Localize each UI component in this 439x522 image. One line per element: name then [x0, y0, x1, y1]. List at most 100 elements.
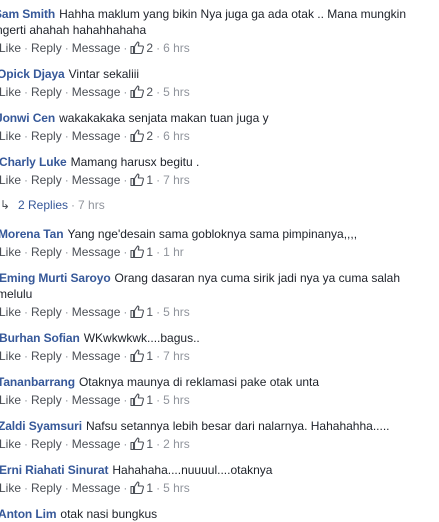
reply-link[interactable]: Reply — [31, 437, 62, 451]
comment-author[interactable]: Anton Lim — [0, 507, 57, 521]
separator: · — [64, 481, 69, 495]
comment-text: Hahahaha....nuuuul....otaknya — [112, 463, 273, 477]
comment-text: Nafsu setannya lebih besar dari nalarnya… — [85, 419, 390, 433]
separator: · — [156, 481, 161, 495]
comment-author[interactable]: Morena Tan — [0, 227, 64, 241]
separator: · — [24, 85, 29, 99]
timestamp[interactable]: 5 hrs — [163, 481, 190, 495]
comment-author[interactable]: Opick Djaya — [0, 67, 65, 81]
reply-link[interactable]: Reply — [31, 245, 62, 259]
comment-author[interactable]: Burhan Sofian — [0, 331, 80, 345]
comment-actions: Like · Reply · Message · 1 · 5 hrs — [0, 480, 190, 496]
separator: · — [156, 305, 161, 319]
like-link[interactable]: Like — [0, 245, 21, 259]
timestamp[interactable]: 2 hrs — [163, 437, 190, 451]
like-count[interactable]: 1 — [130, 305, 153, 319]
like-link[interactable]: Like — [0, 481, 21, 495]
separator: · — [156, 245, 161, 259]
reply-link[interactable]: Reply — [31, 85, 62, 99]
message-link[interactable]: Message — [72, 349, 121, 363]
timestamp[interactable]: 1 hr — [163, 245, 184, 259]
message-link[interactable]: Message — [72, 481, 121, 495]
reply-link[interactable]: Reply — [31, 173, 62, 187]
comment-author[interactable]: Zaldi Syamsuri — [0, 419, 82, 433]
thumbs-up-icon — [130, 173, 145, 186]
replies-count[interactable]: 2 Replies — [18, 198, 68, 212]
comment-author[interactable]: Sam Smith — [0, 7, 55, 21]
reply-link[interactable]: Reply — [31, 349, 62, 363]
reply-link[interactable]: Reply — [31, 305, 62, 319]
comment-author[interactable]: Charly Luke — [0, 155, 67, 169]
like-count[interactable]: 1 — [130, 437, 153, 451]
reply-link[interactable]: Reply — [31, 129, 62, 143]
like-link[interactable]: Like — [0, 349, 21, 363]
reply-link[interactable]: Reply — [31, 393, 62, 407]
comment-author[interactable]: Erni Riahati Sinurat — [0, 463, 108, 477]
message-link[interactable]: Message — [72, 85, 121, 99]
timestamp[interactable]: 6 hrs — [163, 129, 190, 143]
like-count[interactable]: 2 — [130, 41, 153, 55]
like-link[interactable]: Like — [0, 85, 21, 99]
like-link[interactable]: Like — [0, 393, 21, 407]
separator: · — [123, 437, 128, 451]
message-link[interactable]: Message — [72, 41, 121, 55]
like-count[interactable]: 2 — [130, 85, 153, 99]
view-replies-link[interactable]: ↳ 2 Replies · 7 hrs — [0, 197, 105, 213]
like-count[interactable]: 1 — [130, 173, 153, 187]
timestamp[interactable]: 5 hrs — [163, 305, 190, 319]
like-count-value: 1 — [146, 245, 154, 259]
comment-text: Otaknya maunya di reklamasi pake otak un… — [78, 375, 320, 389]
timestamp[interactable]: 7 hrs — [163, 173, 190, 187]
like-count-value: 1 — [146, 393, 154, 407]
comment-item: Eming Murti Saroyo Orang dasaran nya cuma… — [0, 270, 439, 319]
comment-item: Erni Riahati Sinurat Hahahaha....nuuuul..… — [0, 462, 439, 495]
like-count[interactable]: 1 — [130, 481, 153, 495]
separator: · — [123, 85, 128, 99]
message-link[interactable]: Message — [72, 437, 121, 451]
message-link[interactable]: Message — [72, 129, 121, 143]
separator: · — [156, 393, 161, 407]
like-link[interactable]: Like — [0, 437, 21, 451]
timestamp[interactable]: 7 hrs — [163, 349, 190, 363]
comment-author[interactable]: Eming Murti Saroyo — [0, 271, 111, 285]
separator: · — [64, 349, 69, 363]
reply-link[interactable]: Reply — [31, 41, 62, 55]
comment-item: Burhan Sofian WKwkwkwk....bagus.. Like · Re… — [0, 330, 439, 363]
like-link[interactable]: Like — [0, 173, 21, 187]
like-count[interactable]: 1 — [130, 393, 153, 407]
comment-actions: Like · Reply · Message · 1 · 2 hrs — [0, 436, 190, 452]
timestamp[interactable]: 6 hrs — [163, 41, 190, 55]
like-link[interactable]: Like — [0, 41, 21, 55]
thumbs-up-icon — [130, 85, 145, 98]
comment-item: Anton Lim otak nasi bungkus — [0, 506, 439, 522]
like-count-value: 1 — [146, 481, 154, 495]
message-link[interactable]: Message — [72, 305, 121, 319]
timestamp[interactable]: 5 hrs — [163, 393, 190, 407]
comment-actions: Like · Reply · Message · 1 · 7 hrs — [0, 348, 190, 364]
comment-author[interactable]: Tananbarrang — [0, 375, 75, 389]
comment-actions: Like · Reply · Message · 1 · 5 hrs — [0, 304, 190, 320]
separator: · — [24, 305, 29, 319]
comment-author[interactable]: Jonwi Cen — [0, 111, 55, 125]
thumbs-up-icon — [130, 481, 145, 494]
comment-item: Morena Tan Yang nge'desain sama gobloknya… — [0, 226, 439, 259]
message-link[interactable]: Message — [72, 173, 121, 187]
separator: · — [123, 41, 128, 55]
separator: · — [24, 245, 29, 259]
message-link[interactable]: Message — [72, 245, 121, 259]
like-link[interactable]: Like — [0, 305, 21, 319]
reply-link[interactable]: Reply — [31, 481, 62, 495]
thumbs-up-icon — [130, 41, 145, 54]
like-count[interactable]: 2 — [130, 129, 153, 143]
like-count[interactable]: 1 — [130, 245, 153, 259]
comment-item: Jonwi Cen wakakakaka senjata makan tuan j… — [0, 110, 439, 143]
like-count[interactable]: 1 — [130, 349, 153, 363]
timestamp[interactable]: 5 hrs — [163, 85, 190, 99]
comment-text: WKwkwkwk....bagus.. — [83, 331, 200, 345]
separator: · — [64, 305, 69, 319]
timestamp[interactable]: 7 hrs — [78, 198, 105, 212]
comment-actions: Like · Reply · Message · 1 · 5 hrs — [0, 392, 190, 408]
comment-text: Vintar sekaliii — [68, 67, 140, 81]
message-link[interactable]: Message — [72, 393, 121, 407]
like-link[interactable]: Like — [0, 129, 21, 143]
